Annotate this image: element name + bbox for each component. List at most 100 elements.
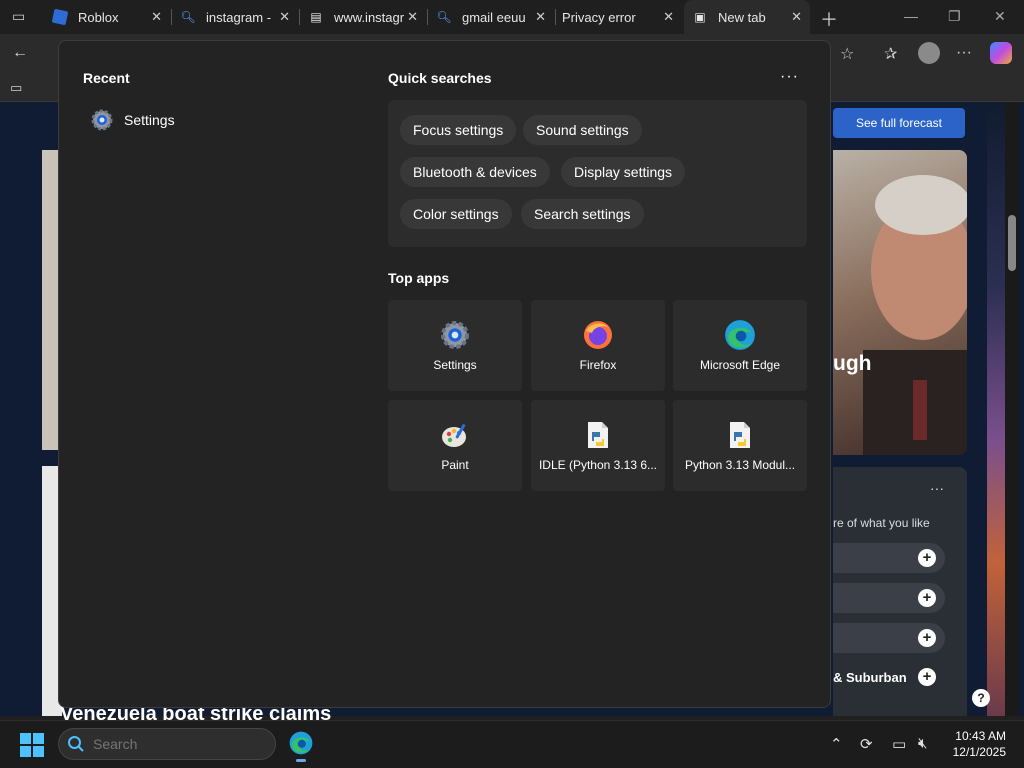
background-image-strip [987, 102, 1005, 716]
tab-title: instagram - [206, 9, 272, 25]
running-indicator [296, 759, 306, 762]
copilot-icon[interactable] [990, 42, 1012, 64]
news-headline-fragment[interactable]: ugh [833, 352, 871, 376]
plus-icon[interactable]: + [918, 629, 936, 647]
tab-gmail-search[interactable]: 🔍︎ gmail eeuu ✕ [428, 0, 554, 34]
more-menu-icon[interactable]: ··· [956, 44, 972, 62]
python-file-icon [723, 418, 757, 452]
favorite-star-icon[interactable]: ☆ [840, 44, 854, 64]
tab-title: Privacy error [562, 9, 636, 25]
firefox-graphic [584, 321, 612, 349]
python-file-graphic [588, 422, 608, 448]
quick-search-display-settings[interactable]: Display settings [561, 157, 686, 187]
roblox-icon [51, 8, 69, 26]
news-photo[interactable] [833, 150, 967, 455]
windows-start-icon[interactable] [20, 733, 44, 757]
recent-item-label: Settings [124, 112, 175, 128]
close-icon[interactable]: ✕ [663, 9, 674, 25]
restore-icon[interactable]: ❐ [948, 8, 961, 25]
quick-search-search-settings[interactable]: Search settings [521, 199, 644, 229]
quick-search-bluetooth-devices[interactable]: Bluetooth & devices [400, 157, 550, 187]
tab-privacy-error[interactable]: Privacy error ✕ [556, 0, 682, 34]
interest-row[interactable]: + [833, 583, 945, 613]
paint-palette-graphic [442, 424, 466, 447]
tab-title: Roblox [78, 9, 119, 25]
taskbar-search-box[interactable] [58, 728, 276, 760]
app-tile-microsoft-edge[interactable]: Microsoft Edge [673, 300, 807, 391]
interest-label[interactable]: & Suburban [833, 670, 907, 685]
app-tile-idle-python[interactable]: IDLE (Python 3.13 6... [531, 400, 665, 491]
python-file-icon [581, 418, 615, 452]
window-close-icon[interactable]: ✕ [994, 8, 1006, 25]
tab-title: New tab [718, 9, 766, 25]
tab-icon[interactable]: ▭ [10, 80, 22, 96]
taskbar-clock[interactable]: 10:43 AM 12/1/2025 [942, 728, 1006, 760]
new-tab-plus-icon[interactable]: ＋ [820, 6, 838, 32]
paint-palette-icon [438, 418, 472, 452]
tab-instagram-site[interactable]: ▤ www.instagr ✕ [300, 0, 426, 34]
news-photo-graphic [863, 175, 967, 455]
chevron-up-icon[interactable]: ⌃ [830, 735, 843, 753]
settings-gear-icon [91, 109, 113, 131]
quick-searches-title: Quick searches [388, 70, 492, 86]
volume-muted-icon[interactable]: 🔇︎ [918, 735, 927, 752]
interest-row[interactable]: + [833, 543, 945, 573]
scrollbar[interactable] [1005, 102, 1019, 716]
newtab-icon: ▣ [694, 10, 706, 24]
taskbar-edge-icon[interactable] [288, 730, 314, 756]
back-arrow-icon[interactable]: ← [12, 44, 28, 62]
edge-icon [723, 318, 757, 352]
search-icon: 🔍︎ [436, 10, 452, 24]
app-label: Firefox [579, 358, 617, 372]
python-file-graphic [730, 422, 750, 448]
settings-gear-graphic [441, 321, 469, 349]
close-icon[interactable]: ✕ [791, 9, 802, 25]
interest-row[interactable]: + [833, 623, 945, 653]
firefox-icon [581, 318, 615, 352]
favorites-collection-icon[interactable]: ✰ [884, 44, 897, 64]
plus-icon[interactable]: + [918, 589, 936, 607]
close-icon[interactable]: ✕ [151, 9, 162, 25]
app-tile-firefox[interactable]: Firefox [531, 300, 665, 391]
app-label: Python 3.13 Modul... [684, 458, 796, 472]
sync-icon[interactable]: ⟳ [860, 735, 873, 753]
display-icon[interactable]: ▭ [892, 735, 906, 753]
quick-search-focus-settings[interactable]: Focus settings [400, 115, 517, 145]
close-icon[interactable]: ✕ [279, 9, 290, 25]
app-tile-python-module-docs[interactable]: Python 3.13 Modul... [673, 400, 807, 491]
app-tile-paint[interactable]: Paint [388, 400, 522, 491]
edge-icon [289, 731, 313, 755]
tab-title: gmail eeuu [462, 9, 526, 25]
close-icon[interactable]: ✕ [407, 9, 418, 25]
edge-graphic [725, 320, 755, 350]
quick-search-sound-settings[interactable]: Sound settings [523, 115, 642, 145]
recent-title: Recent [83, 70, 130, 86]
scrollbar-thumb[interactable] [1008, 215, 1016, 271]
more-options-icon[interactable]: ··· [780, 68, 799, 86]
tab-instagram-search[interactable]: 🔍︎ instagram - ✕ [172, 0, 298, 34]
app-label: IDLE (Python 3.13 6... [538, 458, 658, 472]
close-icon[interactable]: ✕ [535, 9, 546, 25]
tab-roblox[interactable]: Roblox ✕ [44, 0, 170, 34]
plus-icon[interactable]: + [918, 549, 936, 567]
search-input[interactable] [93, 736, 253, 752]
interests-subtitle: re of what you like [833, 516, 930, 530]
quick-search-color-settings[interactable]: Color settings [400, 199, 512, 229]
search-icon [68, 736, 84, 752]
more-options-icon[interactable]: ··· [930, 480, 944, 496]
profile-avatar-icon[interactable] [918, 42, 940, 64]
help-icon[interactable]: ? [972, 689, 990, 707]
browser-tab-bar: ▭ Roblox ✕ 🔍︎ instagram - ✕ ▤ www.instag… [0, 0, 1024, 34]
tab-actions-icon[interactable]: ▭ [12, 8, 25, 25]
recent-item-settings[interactable]: Settings [90, 106, 175, 134]
see-full-forecast-button[interactable]: See full forecast [833, 108, 965, 138]
settings-gear-icon [438, 318, 472, 352]
document-icon: ▤ [310, 10, 322, 24]
top-apps-title: Top apps [388, 270, 450, 286]
plus-icon[interactable]: + [918, 668, 936, 686]
app-tile-settings[interactable]: Settings [388, 300, 522, 391]
search-icon: 🔍︎ [180, 10, 196, 24]
clock-date: 12/1/2025 [952, 745, 1006, 759]
minimize-icon[interactable]: — [904, 8, 918, 24]
tab-new-tab[interactable]: ▣ New tab ✕ [684, 0, 810, 34]
